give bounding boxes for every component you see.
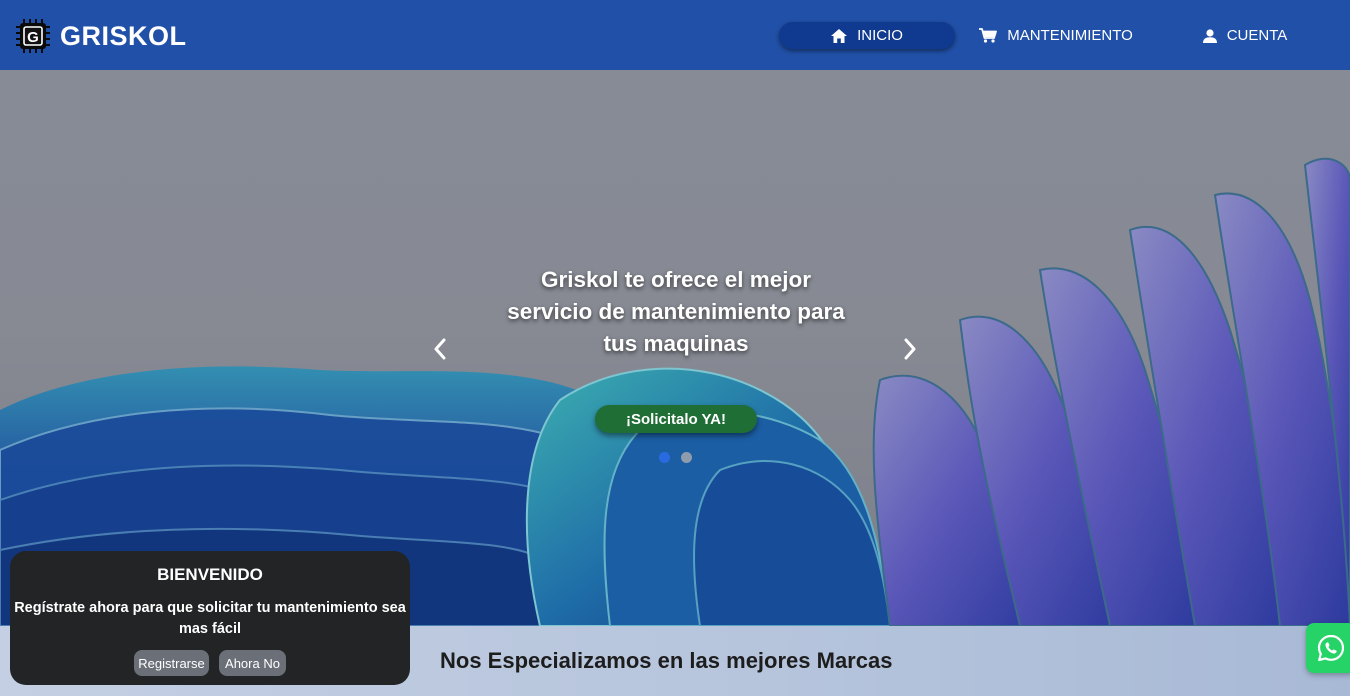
nav-label-inicio: INICIO: [857, 27, 903, 44]
hero-title: Griskol te ofrece el mejor servicio de m…: [507, 267, 845, 356]
hero-carousel: Griskol te ofrece el mejor servicio de m…: [0, 70, 1350, 626]
nav-item-mantenimiento[interactable]: MANTENIMIENTO: [975, 22, 1137, 49]
nav-item-cuenta[interactable]: CUENTA: [1198, 22, 1292, 49]
nav-label-cuenta: CUENTA: [1226, 27, 1288, 44]
cart-icon: [979, 28, 998, 43]
chip-logo-icon: G: [14, 17, 52, 55]
nav-label-mantenimiento: MANTENIMIENTO: [1007, 27, 1133, 44]
carousel-indicator-2[interactable]: [681, 452, 692, 463]
logo-letter: G: [27, 29, 39, 46]
home-icon: [831, 28, 848, 43]
solicitar-button[interactable]: ¡Solicitalo YA!: [595, 405, 757, 433]
chevron-right-icon: [904, 338, 916, 360]
register-button[interactable]: Registrarse: [134, 650, 209, 676]
brand-name: GRISKOL: [60, 20, 187, 51]
welcome-text: Regístrate ahora para que solicitar tu m…: [14, 600, 406, 637]
chevron-left-icon: [434, 338, 446, 360]
whatsapp-icon: [1317, 634, 1345, 662]
whatsapp-button[interactable]: [1306, 623, 1350, 673]
carousel-indicator-1[interactable]: [659, 452, 670, 463]
carousel-prev-button[interactable]: [428, 334, 452, 364]
navbar: G GRISKOL INICIO MANTENIMIENTO CUENTA: [0, 0, 1350, 70]
welcome-popup: BIENVENIDO Regístrate ahora para que sol…: [10, 551, 410, 685]
brands-title: Nos Especializamos en las mejores Marcas: [440, 648, 893, 673]
carousel-next-button[interactable]: [898, 334, 922, 364]
brand[interactable]: G GRISKOL: [14, 15, 187, 57]
welcome-title: BIENVENIDO: [157, 565, 263, 584]
dismiss-button[interactable]: Ahora No: [219, 650, 286, 676]
user-icon: [1202, 28, 1217, 43]
nav-item-inicio[interactable]: INICIO: [779, 22, 955, 49]
